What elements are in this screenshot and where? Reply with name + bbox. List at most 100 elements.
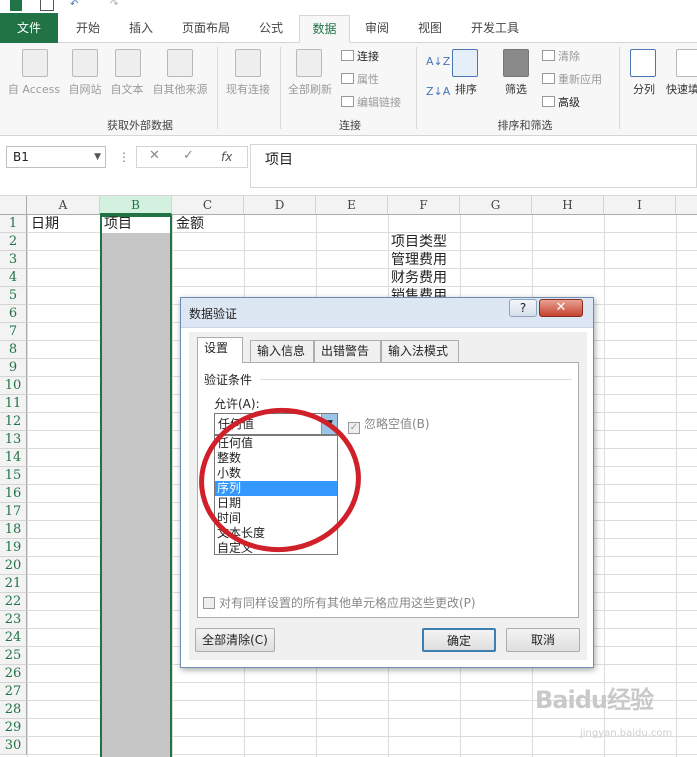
allow-select[interactable]: 任何值 ▼ bbox=[214, 413, 338, 435]
sort-az-button[interactable]: A↓Z bbox=[426, 55, 450, 68]
clear-filter-button[interactable]: 清除 bbox=[542, 48, 580, 64]
tab-review[interactable]: 审阅 bbox=[354, 15, 400, 43]
insert-function-button[interactable]: fx bbox=[221, 150, 232, 164]
row-header[interactable]: 13 bbox=[0, 431, 27, 449]
row-header[interactable]: 8 bbox=[0, 341, 27, 359]
option-date[interactable]: 日期 bbox=[215, 496, 337, 511]
column-header-b[interactable]: B bbox=[100, 196, 172, 215]
flash-fill-button[interactable]: 快速填 bbox=[666, 81, 697, 97]
tab-formulas[interactable]: 公式 bbox=[246, 15, 296, 43]
row-header[interactable]: 24 bbox=[0, 629, 27, 647]
row-header[interactable]: 14 bbox=[0, 449, 27, 467]
chevron-down-icon[interactable]: ▼ bbox=[94, 147, 101, 167]
row-header[interactable]: 11 bbox=[0, 395, 27, 413]
cell-f3[interactable]: 管理费用 bbox=[391, 251, 447, 269]
cell-a1[interactable]: 日期 bbox=[31, 215, 59, 233]
column-header-f[interactable]: F bbox=[388, 196, 460, 215]
dialog-title-bar[interactable]: 数据验证 ? ✕ bbox=[181, 298, 593, 328]
option-list[interactable]: 序列 bbox=[215, 481, 337, 496]
connections-button[interactable]: 连接 bbox=[341, 48, 379, 64]
selected-column-b[interactable] bbox=[100, 215, 172, 757]
row-header[interactable]: 2 bbox=[0, 233, 27, 251]
tab-settings[interactable]: 设置 bbox=[197, 337, 243, 363]
refresh-all-button[interactable]: 全部刷新 bbox=[284, 81, 336, 97]
column-header-e[interactable]: E bbox=[316, 196, 388, 215]
row-header[interactable]: 4 bbox=[0, 269, 27, 287]
tab-file[interactable]: 文件 bbox=[0, 13, 58, 43]
tab-input-message[interactable]: 输入信息 bbox=[250, 340, 314, 362]
row-header[interactable]: 7 bbox=[0, 323, 27, 341]
tab-insert[interactable]: 插入 bbox=[116, 15, 166, 43]
cell-f4[interactable]: 财务费用 bbox=[391, 269, 447, 287]
column-header-i[interactable]: I bbox=[604, 196, 676, 215]
column-header-c[interactable]: C bbox=[172, 196, 244, 215]
row-header[interactable]: 19 bbox=[0, 539, 27, 557]
row-header[interactable]: 29 bbox=[0, 719, 27, 737]
option-time[interactable]: 时间 bbox=[215, 511, 337, 526]
formula-input[interactable]: 项目 bbox=[250, 144, 697, 188]
advanced-filter-button[interactable]: 高级 bbox=[542, 94, 580, 110]
row-header[interactable]: 25 bbox=[0, 647, 27, 665]
row-header[interactable]: 23 bbox=[0, 611, 27, 629]
select-all-corner[interactable] bbox=[0, 196, 27, 215]
option-whole-number[interactable]: 整数 bbox=[215, 451, 337, 466]
row-header[interactable]: 28 bbox=[0, 701, 27, 719]
enter-icon[interactable]: ✓ bbox=[183, 148, 194, 163]
row-header[interactable]: 12 bbox=[0, 413, 27, 431]
row-header[interactable]: 15 bbox=[0, 467, 27, 485]
row-header[interactable]: 9 bbox=[0, 359, 27, 377]
ignore-blank-checkbox[interactable]: ✓ 忽略空值(B) bbox=[348, 415, 430, 434]
from-other-sources-button[interactable]: 自其他来源 bbox=[148, 81, 212, 97]
chevron-down-icon[interactable]: ▼ bbox=[321, 414, 337, 434]
properties-button[interactable]: 属性 bbox=[341, 71, 379, 87]
row-header[interactable]: 18 bbox=[0, 521, 27, 539]
row-header[interactable]: 17 bbox=[0, 503, 27, 521]
row-header[interactable]: 16 bbox=[0, 485, 27, 503]
close-button[interactable]: ✕ bbox=[539, 299, 583, 317]
option-decimal[interactable]: 小数 bbox=[215, 466, 337, 481]
tab-error-alert[interactable]: 出错警告 bbox=[314, 340, 381, 362]
apply-all-checkbox[interactable]: 对有同样设置的所有其他单元格应用这些更改(P) bbox=[203, 594, 476, 611]
from-web-button[interactable]: 自网站 bbox=[64, 81, 106, 97]
text-to-columns-button[interactable]: 分列 bbox=[626, 81, 662, 97]
column-header-h[interactable]: H bbox=[532, 196, 604, 215]
help-button[interactable]: ? bbox=[509, 299, 537, 317]
name-box[interactable]: B1 ▼ bbox=[6, 146, 106, 168]
option-custom[interactable]: 自定义 bbox=[215, 541, 337, 556]
row-header[interactable]: 6 bbox=[0, 305, 27, 323]
row-header[interactable]: 1 bbox=[0, 215, 27, 233]
row-header[interactable]: 26 bbox=[0, 665, 27, 683]
row-header[interactable]: 20 bbox=[0, 557, 27, 575]
option-text-length[interactable]: 文本长度 bbox=[215, 526, 337, 541]
filter-button[interactable]: 筛选 bbox=[496, 81, 536, 97]
cancel-button[interactable]: 取消 bbox=[506, 628, 580, 652]
row-header[interactable]: 22 bbox=[0, 593, 27, 611]
column-header-g[interactable]: G bbox=[460, 196, 532, 215]
reapply-button[interactable]: 重新应用 bbox=[542, 71, 602, 87]
tab-ime-mode[interactable]: 输入法模式 bbox=[381, 340, 459, 362]
option-any-value[interactable]: 任何值 bbox=[215, 436, 337, 451]
ok-button[interactable]: 确定 bbox=[422, 628, 496, 652]
undo-icon[interactable]: ↶ bbox=[70, 0, 84, 11]
cancel-icon[interactable]: ✕ bbox=[149, 148, 160, 163]
sort-button[interactable]: 排序 bbox=[446, 81, 486, 97]
column-header-a[interactable]: A bbox=[27, 196, 100, 215]
column-header-d[interactable]: D bbox=[244, 196, 316, 215]
redo-icon[interactable]: ↷ bbox=[110, 0, 124, 11]
edit-links-button[interactable]: 编辑链接 bbox=[341, 94, 401, 110]
tab-developer[interactable]: 开发工具 bbox=[460, 15, 530, 43]
row-header[interactable]: 3 bbox=[0, 251, 27, 269]
cell-b1[interactable]: 项目 bbox=[104, 215, 132, 233]
column-header-j[interactable] bbox=[676, 196, 697, 215]
row-header[interactable]: 30 bbox=[0, 737, 27, 755]
cell-f2[interactable]: 项目类型 bbox=[391, 233, 447, 251]
row-header[interactable]: 5 bbox=[0, 287, 27, 305]
tab-view[interactable]: 视图 bbox=[406, 15, 454, 43]
formula-bar-more-icon[interactable]: ⋮ bbox=[118, 150, 130, 164]
cell-c1[interactable]: 金额 bbox=[176, 215, 204, 233]
from-access-button[interactable]: 自 Access bbox=[4, 81, 64, 97]
clear-all-button[interactable]: 全部清除(C) bbox=[195, 628, 275, 652]
save-icon[interactable] bbox=[40, 0, 54, 11]
existing-connections-button[interactable]: 现有连接 bbox=[220, 81, 276, 97]
row-header[interactable]: 21 bbox=[0, 575, 27, 593]
